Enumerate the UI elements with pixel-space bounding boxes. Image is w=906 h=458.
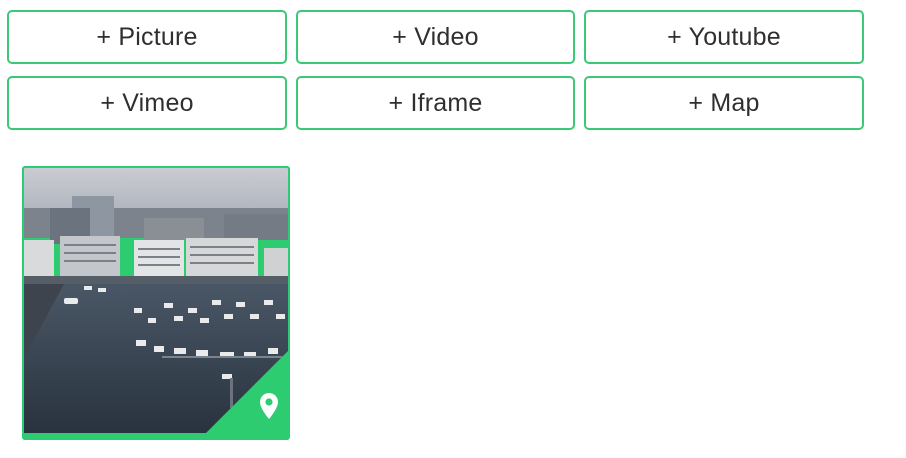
add-vimeo-button[interactable]: + Vimeo bbox=[7, 76, 287, 130]
add-iframe-button[interactable]: + Iframe bbox=[296, 76, 575, 130]
add-media-toolbar: + Picture + Video + Youtube + Vimeo + If… bbox=[7, 10, 864, 130]
media-item-picture[interactable] bbox=[22, 166, 290, 440]
map-pin-icon bbox=[260, 393, 278, 419]
add-map-button[interactable]: + Map bbox=[584, 76, 864, 130]
media-type-corner-badge bbox=[206, 351, 288, 433]
add-picture-button[interactable]: + Picture bbox=[7, 10, 287, 64]
add-video-button[interactable]: + Video bbox=[296, 10, 575, 64]
add-youtube-button[interactable]: + Youtube bbox=[584, 10, 864, 64]
